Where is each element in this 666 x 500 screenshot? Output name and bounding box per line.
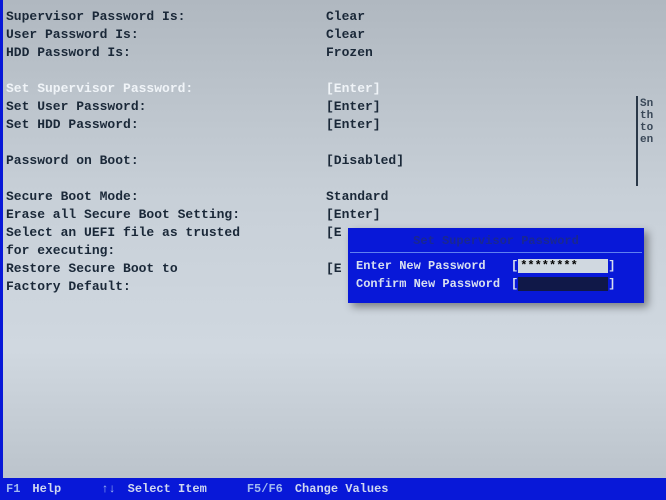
hdd-password-status-label: HDD Password Is: [6, 44, 326, 62]
set-hdd-password-item[interactable]: Set HDD Password: [6, 116, 326, 134]
hdd-password-status-value: Frozen [326, 44, 660, 62]
set-user-password-item[interactable]: Set User Password: [6, 98, 326, 116]
supervisor-password-status-label: Supervisor Password Is: [6, 8, 326, 26]
secure-boot-mode-item[interactable]: Secure Boot Mode: [6, 188, 326, 206]
help-panel: Sn th to en [636, 96, 666, 186]
select-uefi-item-line2[interactable]: for executing: [6, 242, 326, 260]
f5f6-key: F5/F6 [247, 482, 283, 496]
select-item-text: Select Item [128, 482, 207, 496]
set-supervisor-password-action[interactable]: [Enter] [326, 80, 660, 98]
select-uefi-item-line1[interactable]: Select an UEFI file as trusted [6, 224, 326, 242]
arrow-keys-icon: ↑↓ [101, 482, 115, 496]
confirm-new-password-input[interactable] [518, 277, 608, 291]
f1-key: F1 [6, 482, 20, 496]
confirm-new-password-label: Confirm New Password [356, 277, 511, 291]
password-on-boot-value[interactable]: [Disabled] [326, 152, 660, 170]
enter-new-password-input[interactable]: ******** [518, 259, 608, 273]
user-password-status-label: User Password Is: [6, 26, 326, 44]
erase-secure-boot-item[interactable]: Erase all Secure Boot Setting: [6, 206, 326, 224]
change-values-text: Change Values [295, 482, 389, 496]
f1-help-text: Help [32, 482, 61, 496]
user-password-status-value: Clear [326, 26, 660, 44]
supervisor-password-status-value: Clear [326, 8, 660, 26]
secure-boot-mode-value[interactable]: Standard [326, 188, 660, 206]
password-on-boot-item[interactable]: Password on Boot: [6, 152, 326, 170]
set-hdd-password-action[interactable]: [Enter] [326, 116, 660, 134]
restore-secure-boot-line2[interactable]: Factory Default: [6, 278, 326, 296]
erase-secure-boot-action[interactable]: [Enter] [326, 206, 660, 224]
dialog-title: Set Supervisor Password [350, 230, 642, 252]
bottom-help-bar: F1 Help ↑↓ Select Item F5/F6 Change Valu… [0, 478, 666, 500]
set-user-password-action[interactable]: [Enter] [326, 98, 660, 116]
restore-secure-boot-line1[interactable]: Restore Secure Boot to [6, 260, 326, 278]
set-supervisor-password-item[interactable]: Set Supervisor Password: [6, 80, 326, 98]
set-supervisor-password-dialog: Set Supervisor Password Enter New Passwo… [348, 228, 644, 303]
enter-new-password-label: Enter New Password [356, 259, 511, 273]
